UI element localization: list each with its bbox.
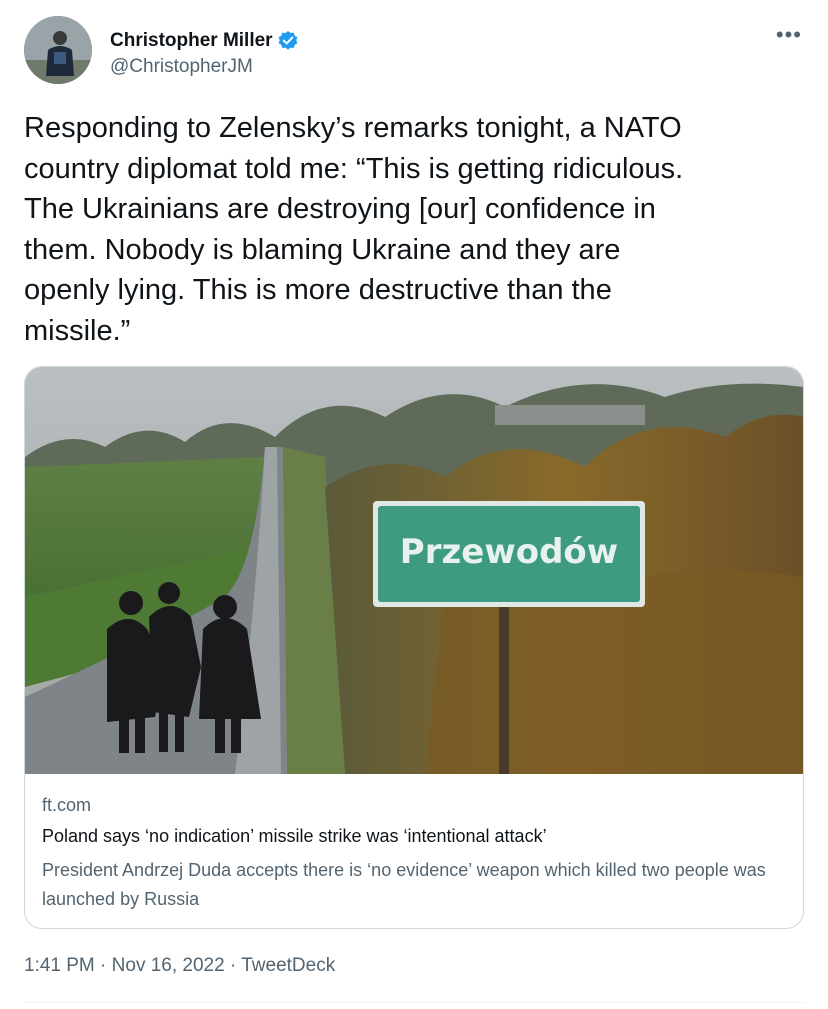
tweet-meta: 1:41 PM · Nov 16, 2022 · TweetDeck (24, 955, 335, 977)
card-description: President Andrzej Duda accepts there is … (42, 860, 766, 909)
card-title: Poland says ‘no indication’ missile stri… (42, 826, 547, 846)
verified-badge-icon (277, 30, 299, 52)
display-name[interactable]: Christopher Miller (110, 30, 273, 52)
handle[interactable]: @ChristopherJM (110, 56, 253, 78)
meta-separator: · (229, 955, 237, 976)
card-domain: ft.com (42, 795, 92, 815)
divider (24, 1002, 804, 1003)
sign-text: Przewodów (400, 532, 618, 572)
meta-separator: · (100, 955, 107, 976)
link-card[interactable]: Przewodów ft.com Poland says ‘no indicat… (24, 366, 804, 929)
tweet-source[interactable]: TweetDeck (241, 955, 335, 976)
avatar[interactable] (24, 16, 92, 84)
tweet-text: Responding to Zelensky’s remarks tonight… (24, 112, 684, 347)
card-image[interactable]: Przewodów (25, 367, 803, 774)
tweet-date[interactable]: Nov 16, 2022 (112, 955, 225, 976)
more-horizontal-icon[interactable]: ••• (776, 24, 802, 46)
name-row: Christopher Miller (110, 30, 299, 52)
tweet-header: Christopher Miller @ChristopherJM ••• (24, 16, 804, 86)
tweet-time[interactable]: 1:41 PM (24, 955, 95, 976)
